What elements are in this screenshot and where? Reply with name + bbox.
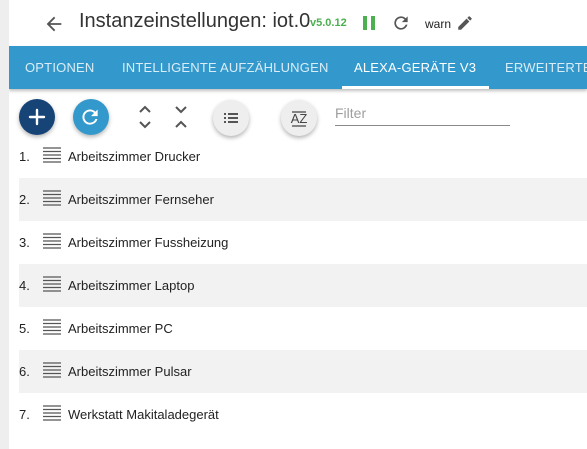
drag-handle-icon[interactable] xyxy=(43,147,61,164)
tab-intelligente-aufzaehlungen[interactable]: INTELLIGENTE AUFZÄHLUNGEN xyxy=(122,46,329,89)
page-title: Instanzeinstellungen: iot.0 xyxy=(79,10,311,32)
list-item: 2. Arbeitszimmer Fernseher xyxy=(19,178,587,221)
left-edge xyxy=(0,0,9,449)
device-name[interactable]: Werkstatt Makitaladegerät xyxy=(68,407,219,422)
item-index: 4. xyxy=(19,278,30,293)
list-item: 5. Arbeitszimmer PC xyxy=(19,307,587,350)
app: Instanzeinstellungen: iot.0 v5.0.12 warn… xyxy=(9,0,587,449)
sort-az-icon: AZ xyxy=(291,111,308,127)
device-name[interactable]: Arbeitszimmer Pulsar xyxy=(68,364,192,379)
drag-handle-icon[interactable] xyxy=(43,362,61,379)
drag-handle-icon[interactable] xyxy=(43,190,61,207)
reload-icon[interactable] xyxy=(391,13,411,33)
tab-bar: OPTIONEN INTELLIGENTE AUFZÄHLUNGEN ALEXA… xyxy=(9,46,587,89)
log-level-label: warn xyxy=(425,17,452,31)
back-arrow-icon[interactable] xyxy=(43,13,65,35)
tab-erweiterte[interactable]: ERWEITERTE xyxy=(505,46,587,89)
refresh-icon xyxy=(82,109,98,125)
item-index: 1. xyxy=(19,149,30,164)
drag-handle-icon[interactable] xyxy=(43,276,61,293)
item-index: 6. xyxy=(19,364,30,379)
version-label: v5.0.12 xyxy=(310,17,347,29)
item-index: 7. xyxy=(19,407,30,422)
item-index: 3. xyxy=(19,235,30,250)
header: Instanzeinstellungen: iot.0 v5.0.12 warn xyxy=(9,0,587,46)
sort-az-text: AZ xyxy=(291,111,308,126)
list-item: 6. Arbeitszimmer Pulsar xyxy=(19,350,587,393)
list-item: 4. Arbeitszimmer Laptop xyxy=(19,264,587,307)
list-item: 3. Arbeitszimmer Fussheizung xyxy=(19,221,587,264)
expand-all-icon[interactable] xyxy=(133,103,157,131)
device-name[interactable]: Arbeitszimmer Fussheizung xyxy=(68,235,228,250)
device-list: 1. Arbeitszimmer Drucker 2. Arbeitszimme… xyxy=(19,135,587,436)
pencil-icon[interactable] xyxy=(456,14,474,32)
tab-alexa-geraete-v3[interactable]: ALEXA-GERÄTE V3 xyxy=(354,46,476,89)
add-device-button[interactable] xyxy=(19,99,55,135)
collapse-all-icon[interactable] xyxy=(169,103,193,131)
list-icon xyxy=(224,113,238,123)
filter-input[interactable] xyxy=(335,101,510,126)
device-name[interactable]: Arbeitszimmer Laptop xyxy=(68,278,194,293)
list-view-button[interactable] xyxy=(213,100,249,136)
plus-icon xyxy=(28,108,46,126)
list-item: 1. Arbeitszimmer Drucker xyxy=(19,135,587,178)
tab-optionen[interactable]: OPTIONEN xyxy=(25,46,95,89)
device-name[interactable]: Arbeitszimmer Drucker xyxy=(68,149,200,164)
sort-alphabetical-button[interactable]: AZ xyxy=(281,100,317,136)
device-name[interactable]: Arbeitszimmer Fernseher xyxy=(68,192,214,207)
item-index: 5. xyxy=(19,321,30,336)
pause-icon[interactable] xyxy=(361,15,377,31)
refresh-button[interactable] xyxy=(73,99,109,135)
drag-handle-icon[interactable] xyxy=(43,233,61,250)
device-name[interactable]: Arbeitszimmer PC xyxy=(68,321,173,336)
drag-handle-icon[interactable] xyxy=(43,319,61,336)
item-index: 2. xyxy=(19,192,30,207)
list-item: 7. Werkstatt Makitaladegerät xyxy=(19,393,587,436)
drag-handle-icon[interactable] xyxy=(43,405,61,422)
